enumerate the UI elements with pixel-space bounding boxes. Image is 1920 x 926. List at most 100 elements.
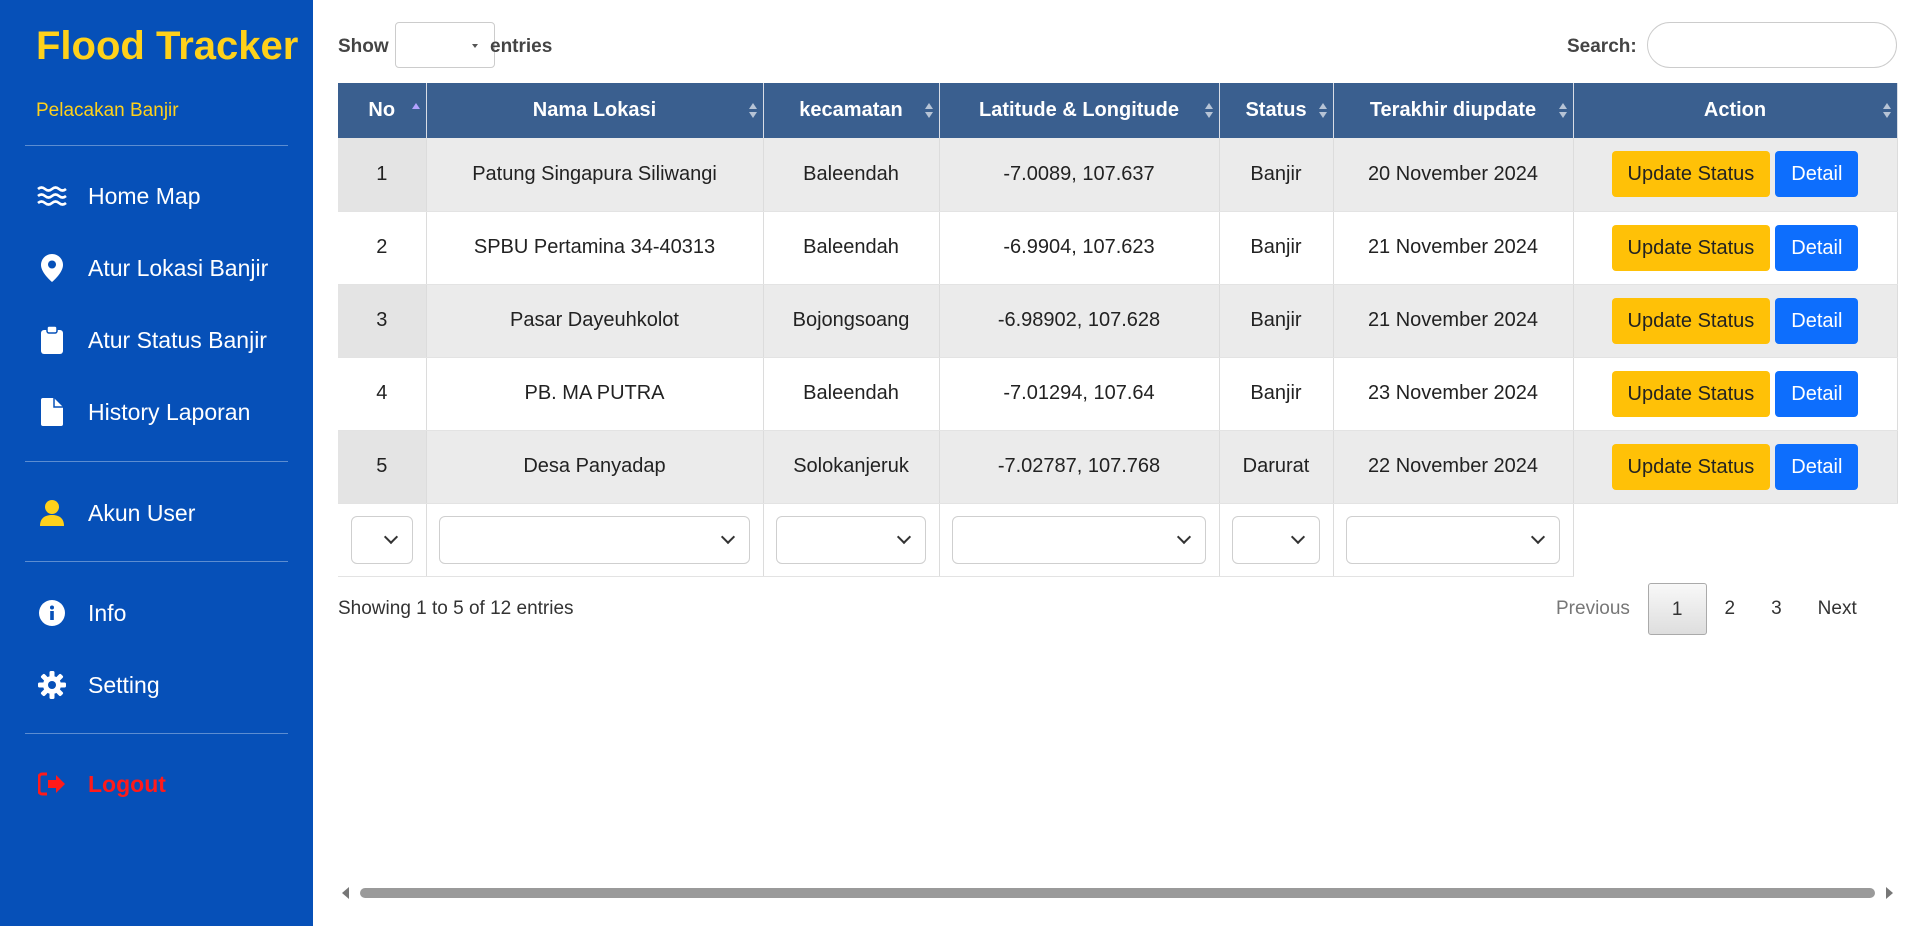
detail-button[interactable]: Detail [1775, 297, 1859, 344]
cell-status: Darurat [1219, 430, 1334, 504]
update-status-button[interactable]: Update Status [1611, 224, 1771, 271]
update-status-button[interactable]: Update Status [1611, 297, 1771, 344]
search-label: Search: [1567, 36, 1637, 57]
column-header-nama-lokasi[interactable]: Nama Lokasi [426, 83, 764, 138]
brand-tagline: Pelacakan Banjir [36, 100, 179, 121]
sidebar-item-atur-lokasi[interactable]: Atur Lokasi Banjir [36, 248, 268, 288]
data-table: No Nama Lokasi kecamatan Latitude & Long… [338, 83, 1898, 577]
scroll-left-arrow-icon[interactable] [342, 887, 349, 899]
chevron-down-icon [1290, 529, 1306, 544]
user-icon [36, 497, 68, 529]
cell-kecamatan: Solokanjeruk [763, 430, 940, 504]
cell-latlong: -7.01294, 107.64 [939, 357, 1220, 431]
cell-no: 5 [338, 430, 427, 504]
sort-icon [1558, 103, 1567, 119]
clipboard-icon [36, 324, 68, 356]
detail-button[interactable]: Detail [1775, 443, 1859, 490]
filter-select-no[interactable] [350, 515, 413, 564]
horizontal-scrollbar[interactable] [338, 884, 1897, 902]
entries-label: entries [490, 36, 553, 57]
pagination-page-2[interactable]: 2 [1707, 583, 1754, 635]
cell-kecamatan: Baleendah [763, 211, 940, 285]
pagination-previous[interactable]: Previous [1538, 583, 1648, 635]
filter-cell [939, 503, 1220, 577]
sidebar-item-logout[interactable]: Logout [36, 764, 166, 804]
pagination-page-1[interactable]: 1 [1647, 583, 1707, 635]
chevron-down-icon [896, 529, 912, 544]
sort-icon [748, 103, 757, 119]
sort-icon [1882, 103, 1891, 119]
filter-cell [1333, 503, 1574, 577]
column-header-terakhir-diupdate[interactable]: Terakhir diupdate [1333, 83, 1574, 138]
location-pin-icon [36, 252, 68, 284]
sort-icon [1204, 103, 1213, 119]
sort-ascending-icon [411, 103, 420, 119]
column-header-status[interactable]: Status [1219, 83, 1334, 138]
sidebar: Flood Tracker Pelacakan Banjir Home Map … [0, 0, 313, 926]
filter-select-kecamatan[interactable] [776, 515, 926, 564]
cell-latlong: -6.9904, 107.623 [939, 211, 1220, 285]
cell-updated: 21 November 2024 [1333, 211, 1574, 285]
cell-updated: 23 November 2024 [1333, 357, 1574, 431]
filter-select-nama-lokasi[interactable] [439, 515, 750, 564]
filter-select-latlong[interactable] [952, 515, 1206, 564]
column-header-kecamatan[interactable]: kecamatan [763, 83, 940, 138]
detail-button[interactable]: Detail [1775, 224, 1859, 271]
cell-status: Banjir [1219, 211, 1334, 285]
pagination-page-3[interactable]: 3 [1753, 583, 1800, 635]
pagination-next[interactable]: Next [1800, 583, 1875, 635]
sidebar-item-history[interactable]: History Laporan [36, 392, 250, 432]
cell-nama-lokasi: Desa Panyadap [426, 430, 764, 504]
filter-cell [338, 503, 427, 577]
cell-status: Banjir [1219, 357, 1334, 431]
update-status-button[interactable]: Update Status [1611, 151, 1771, 198]
sidebar-item-akun-user[interactable]: Akun User [36, 493, 195, 533]
sidebar-item-atur-status[interactable]: Atur Status Banjir [36, 320, 267, 360]
filter-cell [1219, 503, 1334, 577]
gear-icon [36, 669, 68, 701]
table-row: 3 Pasar Dayeuhkolot Bojongsoang -6.98902… [338, 284, 1898, 358]
cell-kecamatan: Baleendah [763, 138, 940, 212]
column-header-action[interactable]: Action [1573, 83, 1898, 138]
scrollbar-thumb[interactable] [360, 888, 1875, 898]
search-input[interactable] [1647, 22, 1897, 68]
info-circle-icon [36, 597, 68, 629]
cell-no: 4 [338, 357, 427, 431]
page-length-select[interactable] [395, 22, 495, 68]
sidebar-item-info[interactable]: Info [36, 593, 126, 633]
sidebar-divider [25, 145, 288, 146]
pagination: Previous 1 2 3 Next [1538, 583, 1875, 635]
cell-no: 1 [338, 138, 427, 212]
column-header-latlong[interactable]: Latitude & Longitude [939, 83, 1220, 138]
cell-status: Banjir [1219, 138, 1334, 212]
cell-action: Update Status Detail [1573, 357, 1898, 431]
sidebar-item-home-map[interactable]: Home Map [36, 176, 200, 216]
cell-action: Update Status Detail [1573, 138, 1898, 212]
sidebar-item-label: Akun User [88, 499, 196, 526]
update-status-button[interactable]: Update Status [1611, 370, 1771, 417]
sidebar-item-label: Atur Lokasi Banjir [88, 254, 269, 281]
detail-button[interactable]: Detail [1775, 370, 1859, 417]
sort-icon [1318, 103, 1327, 119]
water-waves-icon [36, 180, 68, 212]
update-status-button[interactable]: Update Status [1611, 443, 1771, 490]
sidebar-item-label: Atur Status Banjir [88, 326, 267, 353]
detail-button[interactable]: Detail [1775, 151, 1859, 198]
filter-select-updated[interactable] [1346, 515, 1560, 564]
table-row: 4 PB. MA PUTRA Baleendah -7.01294, 107.6… [338, 357, 1898, 431]
sidebar-divider [25, 561, 288, 562]
document-icon [36, 396, 68, 428]
sidebar-item-label: History Laporan [88, 398, 251, 425]
table-row: 5 Desa Panyadap Solokanjeruk -7.02787, 1… [338, 430, 1898, 504]
column-header-no[interactable]: No [338, 83, 427, 138]
filter-select-status[interactable] [1232, 515, 1320, 564]
sidebar-item-setting[interactable]: Setting [36, 665, 160, 705]
sign-out-icon [36, 768, 68, 800]
main-content: Show entries Search: No Nama Lokasi keca… [313, 0, 1920, 926]
table-row: 2 SPBU Pertamina 34-40313 Baleendah -6.9… [338, 211, 1898, 285]
cell-kecamatan: Baleendah [763, 357, 940, 431]
scroll-right-arrow-icon[interactable] [1886, 887, 1893, 899]
cell-updated: 21 November 2024 [1333, 284, 1574, 358]
cell-no: 2 [338, 211, 427, 285]
cell-action: Update Status Detail [1573, 284, 1898, 358]
